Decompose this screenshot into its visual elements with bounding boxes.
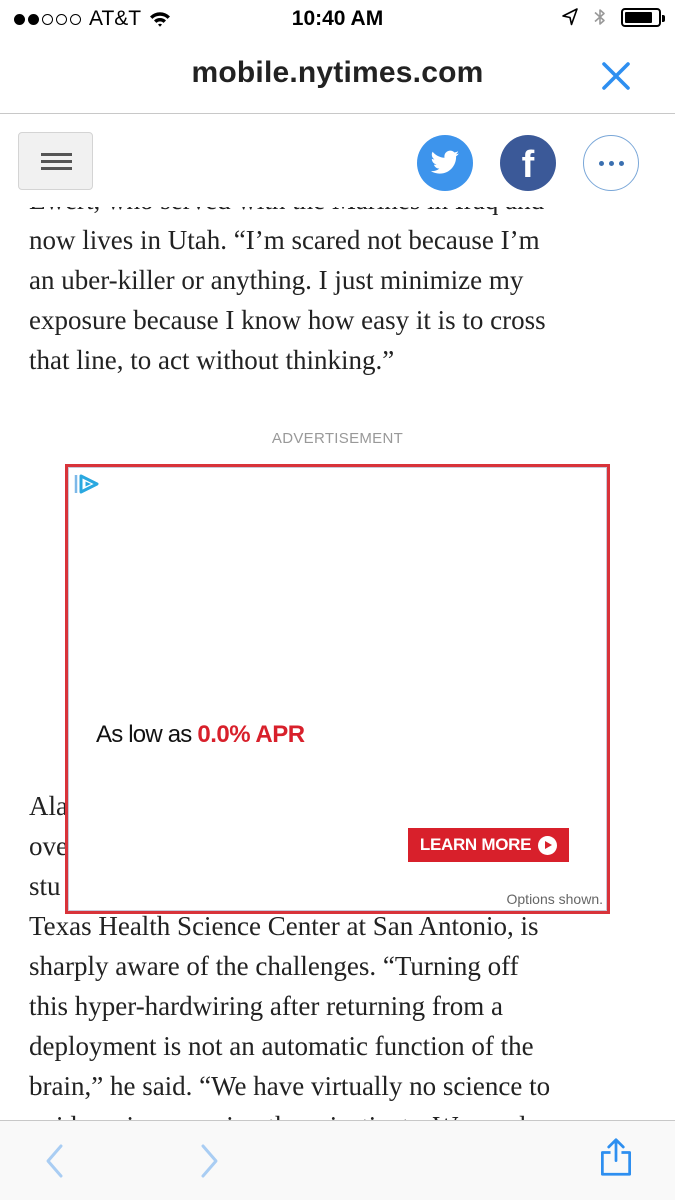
location-arrow-icon [562, 8, 578, 26]
article-line: now lives in Utah. “I’m scared not becau… [29, 225, 540, 255]
signal-dot [42, 13, 53, 25]
ad-headline-prefix: As low as [96, 721, 198, 748]
facebook-share-button[interactable]: f [500, 135, 556, 191]
facebook-icon: f [521, 143, 535, 186]
share-icon[interactable] [596, 1137, 636, 1177]
status-bar: AT&T 10:40 AM [0, 0, 675, 38]
forward-icon[interactable] [188, 1141, 228, 1181]
battery-icon [621, 7, 665, 27]
carrier-name: AT&T [89, 7, 142, 30]
article-line: brain,” he said. “We have virtually no s… [29, 1071, 551, 1101]
ad-options-note: Options shown. [506, 891, 604, 907]
url-bar: mobile.nytimes.com [0, 38, 675, 114]
bluetooth-icon [594, 9, 605, 25]
signal-dot [28, 13, 39, 25]
article-line: deployment is not an automatic function … [29, 1031, 534, 1061]
advertisement-banner[interactable]: As low as 0.0% APR LEARN MORE Options sh… [65, 464, 610, 914]
signal-dot [14, 13, 25, 25]
battery-level-fill [625, 11, 653, 23]
signal-dot [56, 13, 67, 25]
ad-headline: As low as 0.0% APR [96, 721, 305, 749]
article-paragraph: Ewert, who served with the Marines in Ir… [29, 180, 649, 380]
twitter-share-button[interactable] [417, 135, 473, 191]
status-left: AT&T [14, 7, 171, 31]
ad-headline-rate: 0.0% APR [197, 721, 305, 748]
learn-more-label: LEARN MORE [419, 835, 532, 854]
status-right [561, 7, 665, 27]
twitter-icon [430, 150, 459, 174]
battery-tip [662, 14, 665, 22]
menu-button[interactable] [18, 132, 93, 190]
learn-more-button[interactable]: LEARN MORE [408, 828, 569, 862]
article-line: exposure because I know how easy it is t… [29, 305, 546, 335]
cell-signal-icon [14, 13, 81, 25]
article-line: an uber-killer or anything. I just minim… [29, 265, 524, 295]
more-icon [598, 160, 624, 166]
article-line: sharply aware of the challenges. “Turnin… [29, 951, 519, 981]
signal-dot [70, 13, 81, 25]
more-share-button[interactable] [583, 135, 639, 191]
article-line: that line, to act without thinking.” [29, 345, 395, 375]
url-display[interactable]: mobile.nytimes.com [0, 56, 675, 90]
browser-bottom-bar [0, 1120, 675, 1200]
close-icon[interactable] [596, 56, 636, 96]
back-icon[interactable] [36, 1141, 76, 1181]
adchoices-icon[interactable] [70, 472, 104, 496]
play-circle-icon [538, 835, 558, 855]
article-toolbar: f [0, 115, 675, 207]
wifi-icon [150, 12, 171, 27]
advertisement-label: ADVERTISEMENT [271, 430, 404, 447]
article-line: this hyper-hardwiring after returning fr… [29, 991, 504, 1021]
